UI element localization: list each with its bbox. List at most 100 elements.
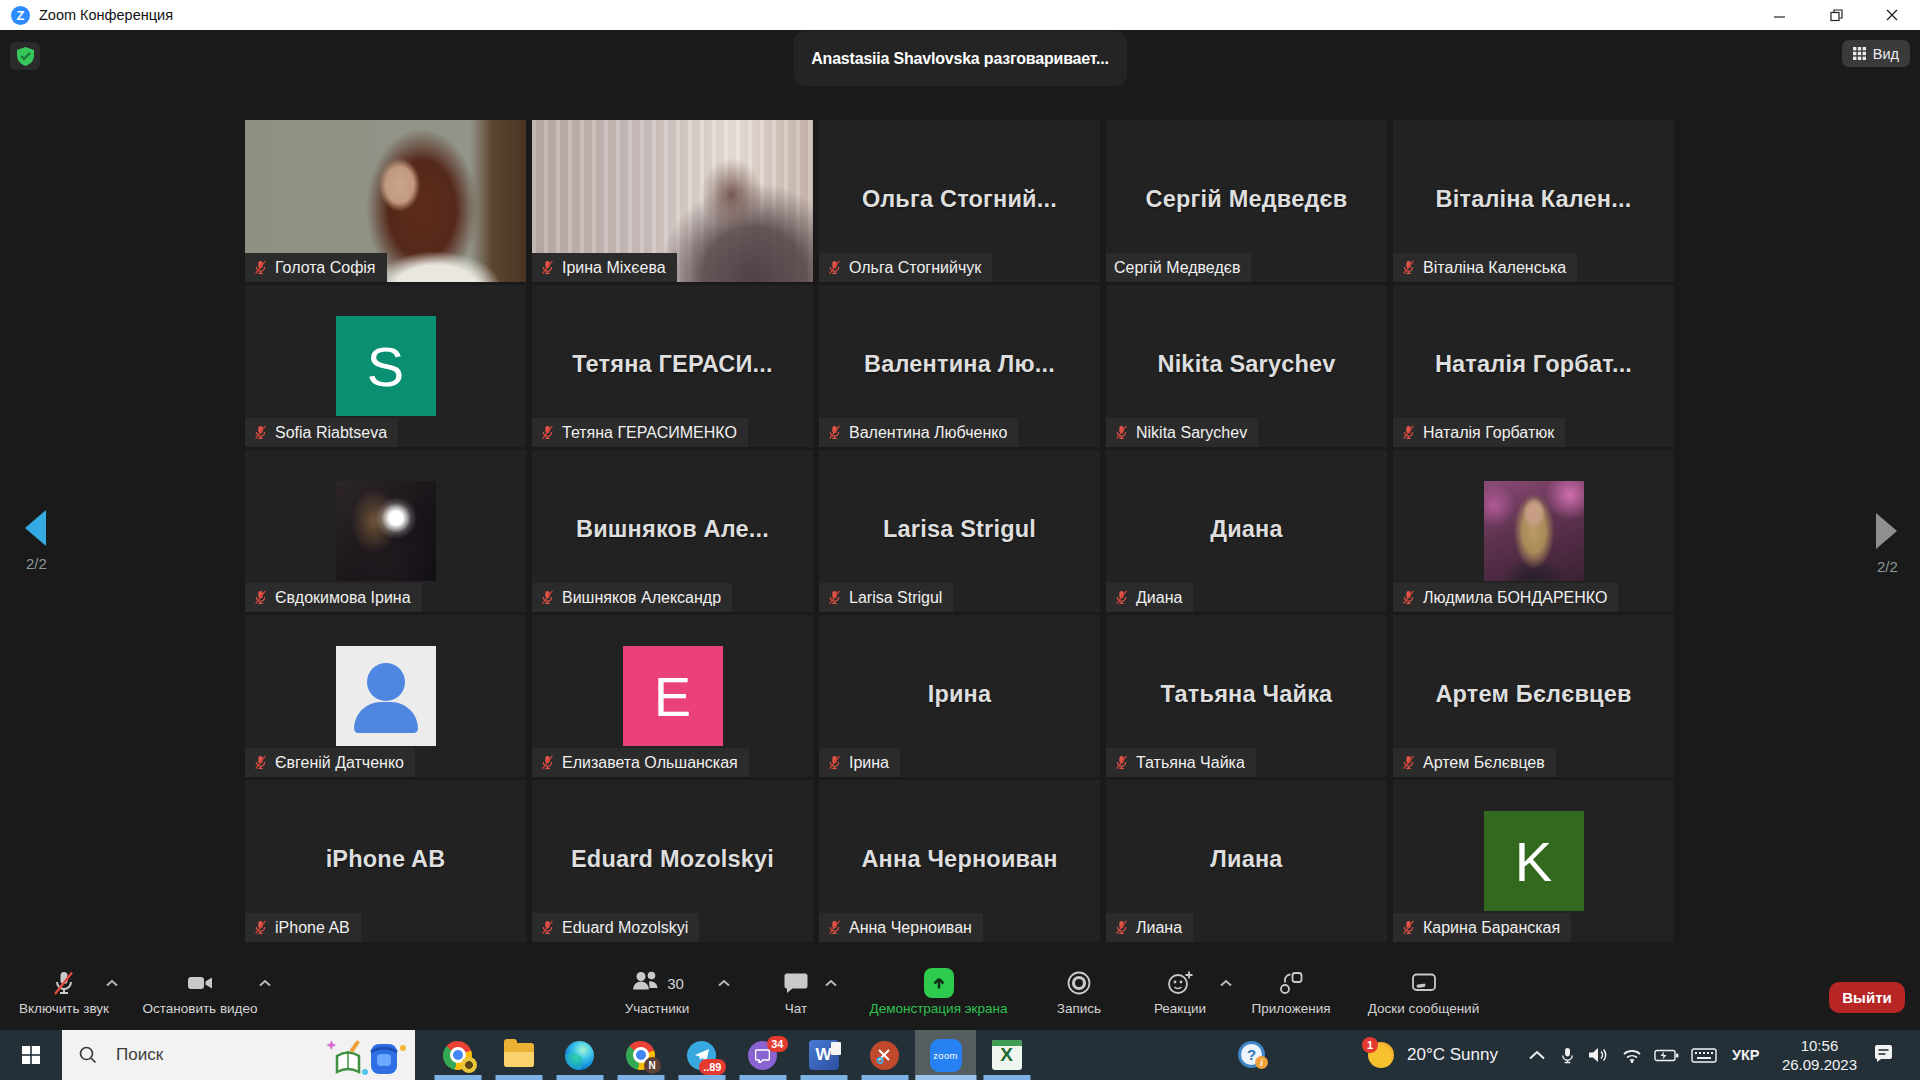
tray-mic-icon[interactable] bbox=[1560, 1047, 1575, 1064]
participant-name-tag: Артем Бєлєвцев bbox=[1393, 748, 1556, 777]
taskbar-search[interactable]: Поиск bbox=[62, 1030, 415, 1080]
participant-tile[interactable]: Артем Бєлєвцев Артем Бєлєвцев bbox=[1393, 615, 1674, 777]
tray-clock[interactable]: 10:5626.09.2023 bbox=[1771, 1036, 1867, 1074]
chat-chevron[interactable] bbox=[821, 979, 841, 987]
meeting-area: Anastasiia Shavlovska разговаривает... В… bbox=[0, 30, 1920, 1030]
participant-tile[interactable]: S Sofia Riabtseva bbox=[245, 285, 526, 447]
restore-button[interactable] bbox=[1808, 0, 1864, 30]
reactions-chevron[interactable] bbox=[1216, 979, 1236, 987]
participant-name-label: Артем Бєлєвцев bbox=[1423, 754, 1545, 772]
meeting-toolbar: Включить звук Остановить видео 30 Участн… bbox=[0, 955, 1920, 1030]
mic-muted-icon bbox=[1401, 590, 1416, 605]
participant-tile[interactable]: Валентина Лю... Валентина Любченко bbox=[819, 285, 1100, 447]
participant-tile[interactable]: Ірина Міхєева bbox=[532, 120, 813, 282]
reactions-icon bbox=[1166, 968, 1194, 998]
participant-tile[interactable]: Людмила БОНДАРЕНКО bbox=[1393, 450, 1674, 612]
speaking-toast: Anastasiia Shavlovska разговаривает... bbox=[793, 31, 1127, 86]
weather-icon[interactable]: 1 bbox=[1368, 1042, 1394, 1068]
participant-tile[interactable]: Наталія Горбат... Наталія Горбатюк bbox=[1393, 285, 1674, 447]
taskbar-chrome-n[interactable]: N bbox=[610, 1030, 671, 1080]
participant-name-tag: Eduard Mozolskyi bbox=[532, 913, 699, 942]
security-shield-icon[interactable] bbox=[10, 42, 40, 70]
unmute-button[interactable]: Включить звук bbox=[14, 955, 114, 1016]
stop-video-button[interactable]: Остановить видео bbox=[135, 955, 265, 1016]
weather-text[interactable]: 20°C Sunny bbox=[1407, 1045, 1498, 1065]
notification-center-icon[interactable] bbox=[1873, 1043, 1895, 1067]
participant-tile[interactable]: Анна Черноиван Анна Черноиван bbox=[819, 780, 1100, 942]
participant-tile[interactable]: Євгеній Датченко bbox=[245, 615, 526, 777]
mic-muted-toolbar-icon bbox=[51, 968, 77, 998]
window-titlebar: Z Zoom Конференция bbox=[0, 0, 1920, 30]
apps-button[interactable]: Приложения bbox=[1236, 955, 1346, 1016]
minimize-button[interactable] bbox=[1752, 0, 1808, 30]
tray-date: 26.09.2023 bbox=[1771, 1055, 1867, 1074]
participant-tile[interactable]: E Елизавета Ольшанская bbox=[532, 615, 813, 777]
whiteboard-button[interactable]: Доски сообщений bbox=[1346, 955, 1501, 1016]
participant-tile[interactable]: Larisa Strigul Larisa Strigul bbox=[819, 450, 1100, 612]
start-button[interactable] bbox=[0, 1030, 62, 1080]
reactions-button[interactable]: Реакции bbox=[1140, 955, 1220, 1016]
taskbar-file-explorer[interactable] bbox=[488, 1030, 549, 1080]
view-button[interactable]: Вид bbox=[1842, 40, 1910, 67]
tray-keyboard-icon[interactable] bbox=[1691, 1048, 1717, 1063]
avatar-head bbox=[367, 663, 405, 701]
search-icon bbox=[78, 1045, 98, 1065]
participant-tile[interactable]: Ірина Ірина bbox=[819, 615, 1100, 777]
participant-name-label: Nikita Sarychev bbox=[1136, 424, 1247, 442]
participant-tile[interactable]: K Карина Баранская bbox=[1393, 780, 1674, 942]
tray-network-icon[interactable] bbox=[1622, 1048, 1642, 1063]
taskbar-zoom[interactable]: zoom bbox=[915, 1030, 976, 1080]
participant-name-tag: Анна Черноиван bbox=[819, 913, 983, 942]
tray-language[interactable]: УКР bbox=[1732, 1047, 1760, 1063]
participant-name-tag: Ірина Міхєева bbox=[532, 253, 677, 282]
close-button[interactable] bbox=[1864, 0, 1920, 30]
participant-tile[interactable]: Диана Диана bbox=[1106, 450, 1387, 612]
taskbar-viber[interactable]: 34 bbox=[732, 1030, 793, 1080]
taskbar-boom[interactable] bbox=[854, 1030, 915, 1080]
participant-tile[interactable]: Ольга Стогний... Ольга Стогнийчук bbox=[819, 120, 1100, 282]
participants-button[interactable]: 30 Участники bbox=[600, 955, 714, 1016]
taskbar-edge[interactable] bbox=[549, 1030, 610, 1080]
taskbar-help[interactable]: ?i bbox=[1238, 1041, 1265, 1068]
participant-tile[interactable]: Віталіна Кален... Віталіна Каленська bbox=[1393, 120, 1674, 282]
participants-chevron[interactable] bbox=[714, 979, 734, 987]
tray-battery-icon[interactable] bbox=[1654, 1049, 1679, 1062]
participant-tile[interactable]: iPhone AB iPhone AB bbox=[245, 780, 526, 942]
mic-muted-icon bbox=[1114, 755, 1129, 770]
tray-time: 10:56 bbox=[1771, 1036, 1867, 1055]
participant-tile[interactable]: Тетяна ГЕРАСИ... Тетяна ГЕРАСИМЕНКО bbox=[532, 285, 813, 447]
participant-name-label: Наталія Горбатюк bbox=[1423, 424, 1554, 442]
share-screen-button[interactable]: Демонстрация экрана bbox=[846, 955, 1031, 1016]
participant-name-label: Людмила БОНДАРЕНКО bbox=[1423, 589, 1607, 607]
mic-muted-icon bbox=[540, 755, 555, 770]
leave-button[interactable]: Выйти bbox=[1829, 982, 1905, 1013]
participant-name-tag: Sofia Riabtseva bbox=[245, 418, 398, 447]
video-options-chevron[interactable] bbox=[255, 979, 275, 987]
taskbar-excel[interactable]: X bbox=[976, 1030, 1037, 1080]
taskbar-word[interactable]: W bbox=[793, 1030, 854, 1080]
tray-expand-chevron[interactable] bbox=[1528, 1050, 1546, 1060]
participant-tile[interactable]: Сергій Медведєв Сергій Медведєв bbox=[1106, 120, 1387, 282]
participant-grid: Голота Софія Ірина Міхєева Ольга Стогний… bbox=[245, 120, 1674, 942]
mic-muted-icon bbox=[1401, 920, 1416, 935]
participant-tile[interactable]: Eduard Mozolskyi Eduard Mozolskyi bbox=[532, 780, 813, 942]
participant-tile[interactable]: Татьяна Чайка Татьяна Чайка bbox=[1106, 615, 1387, 777]
mic-muted-icon bbox=[253, 260, 268, 275]
record-button[interactable]: Запись bbox=[1039, 955, 1119, 1016]
participant-tile[interactable]: Євдокимова Ірина bbox=[245, 450, 526, 612]
next-page-arrow[interactable] bbox=[1876, 513, 1897, 549]
taskbar-telegram[interactable]: ..89 bbox=[671, 1030, 732, 1080]
chat-button[interactable]: Чат bbox=[771, 955, 821, 1016]
participant-center-name: Диана bbox=[1106, 516, 1387, 543]
tray-volume-icon[interactable] bbox=[1588, 1047, 1610, 1063]
participant-name-label: Віталіна Каленська bbox=[1423, 259, 1566, 277]
participant-tile[interactable]: Nikita Sarychev Nikita Sarychev bbox=[1106, 285, 1387, 447]
participant-tile[interactable]: Лиана Лиана bbox=[1106, 780, 1387, 942]
participant-name-tag: Nikita Sarychev bbox=[1106, 418, 1258, 447]
taskbar-chrome-profile[interactable] bbox=[427, 1030, 488, 1080]
prev-page-arrow[interactable] bbox=[25, 510, 46, 546]
search-placeholder: Поиск bbox=[116, 1045, 163, 1065]
mute-options-chevron[interactable] bbox=[102, 979, 122, 987]
participant-tile[interactable]: Вишняков Але... Вишняков Александр bbox=[532, 450, 813, 612]
participant-tile[interactable]: Голота Софія bbox=[245, 120, 526, 282]
